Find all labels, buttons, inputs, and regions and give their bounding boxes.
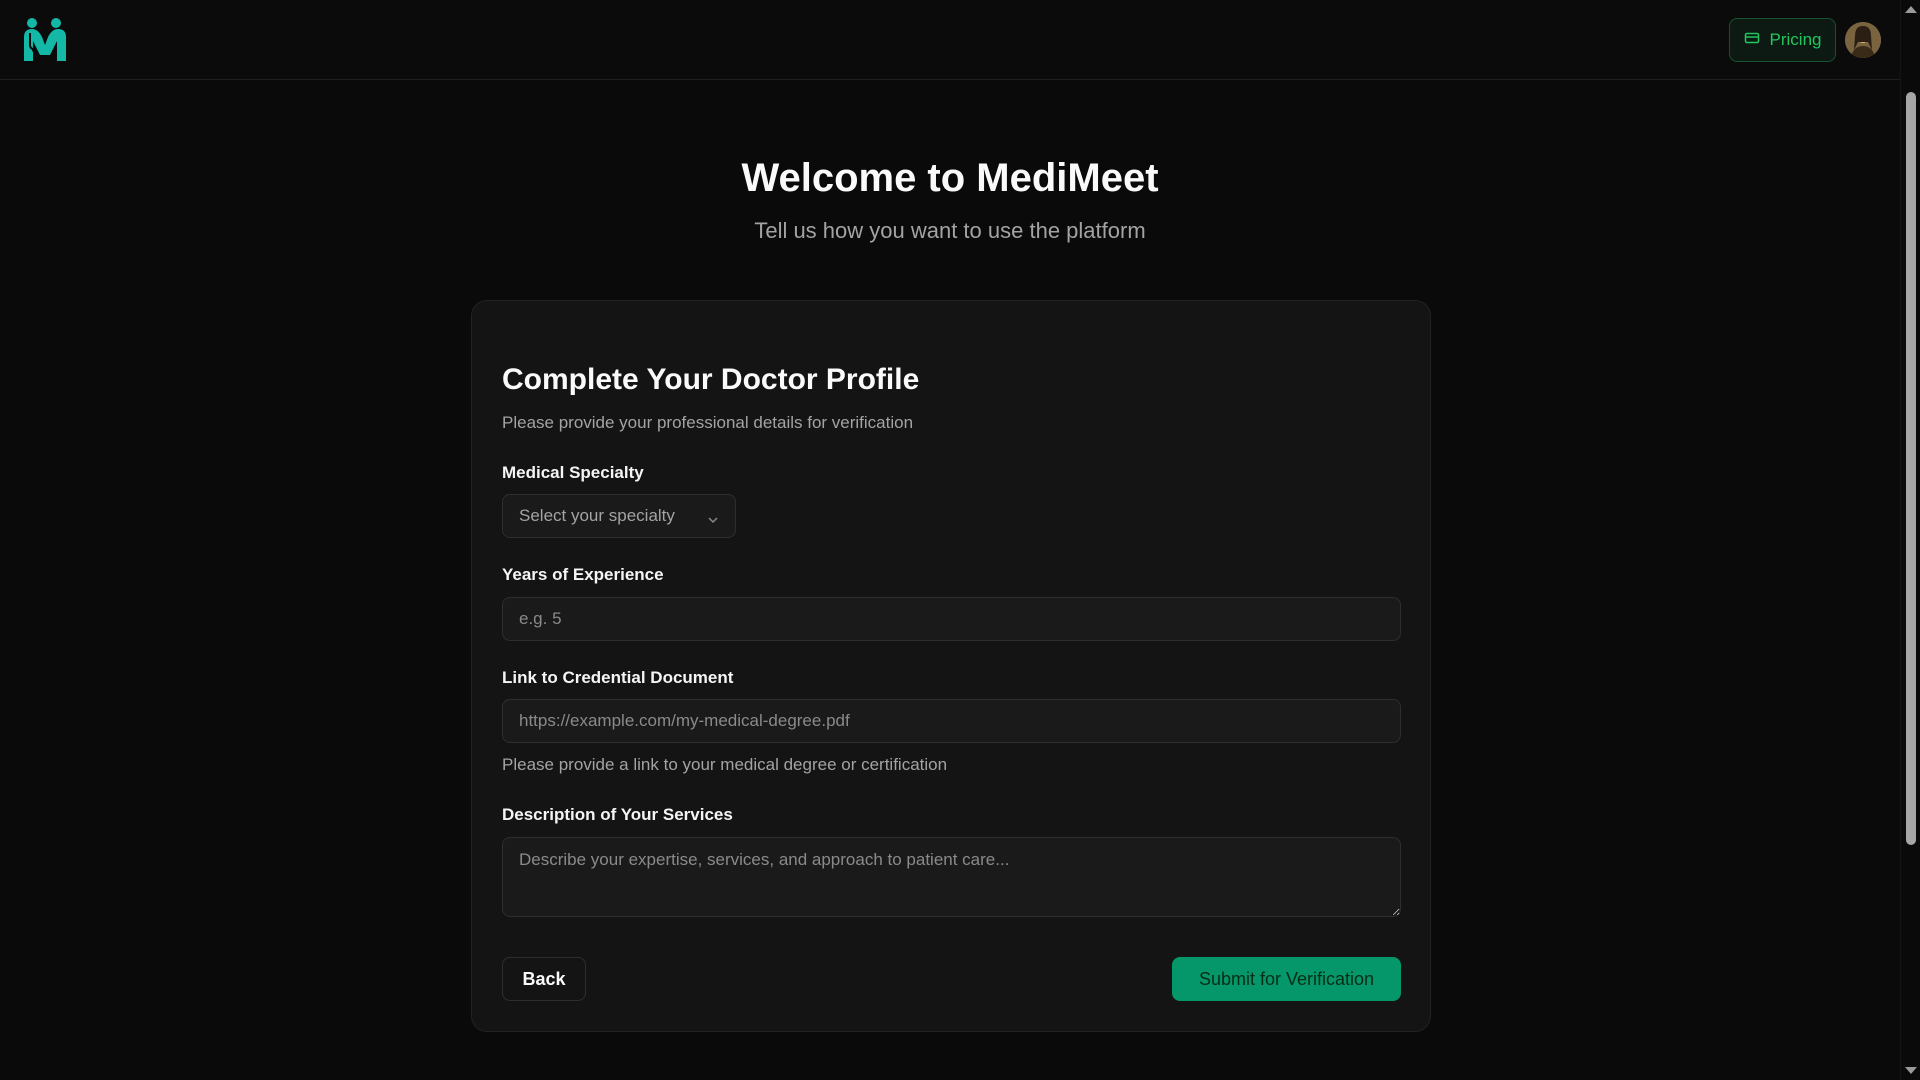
scroll-thumb[interactable] (1906, 92, 1916, 845)
credential-hint: Please provide a link to your medical de… (502, 755, 948, 774)
page-scrollbar[interactable] (1900, 0, 1920, 1080)
card-description: Please provide your professional details… (502, 413, 914, 432)
scroll-down-arrow-icon[interactable] (1905, 1067, 1917, 1074)
credit-card-icon (1744, 30, 1760, 51)
card-title: Complete Your Doctor Profile (502, 363, 920, 396)
pricing-button[interactable]: Pricing (1729, 18, 1836, 62)
scroll-up-arrow-icon[interactable] (1905, 6, 1917, 13)
services-description-textarea[interactable] (502, 837, 1401, 917)
specialty-select[interactable]: Select your specialty (502, 494, 736, 538)
medimeet-logo-icon[interactable] (20, 15, 70, 65)
experience-label: Years of Experience (502, 565, 664, 584)
pricing-label: Pricing (1769, 30, 1822, 49)
specialty-label: Medical Specialty (502, 463, 644, 482)
credential-url-input[interactable] (502, 699, 1401, 743)
credential-label: Link to Credential Document (502, 668, 734, 687)
top-navbar: Pricing (0, 0, 1900, 80)
page-subtitle: Tell us how you want to use the platform (754, 218, 1146, 243)
doctor-profile-card: Complete Your Doctor Profile Please prov… (471, 300, 1431, 1032)
specialty-placeholder: Select your specialty (519, 506, 675, 525)
submit-for-verification-button[interactable]: Submit for Verification (1172, 957, 1401, 1001)
experience-input[interactable] (502, 597, 1401, 641)
page-title: Welcome to MediMeet (741, 156, 1159, 200)
services-description-label: Description of Your Services (502, 805, 733, 824)
user-avatar[interactable] (1845, 22, 1881, 58)
back-button[interactable]: Back (502, 957, 586, 1001)
chevron-down-icon (707, 511, 719, 524)
